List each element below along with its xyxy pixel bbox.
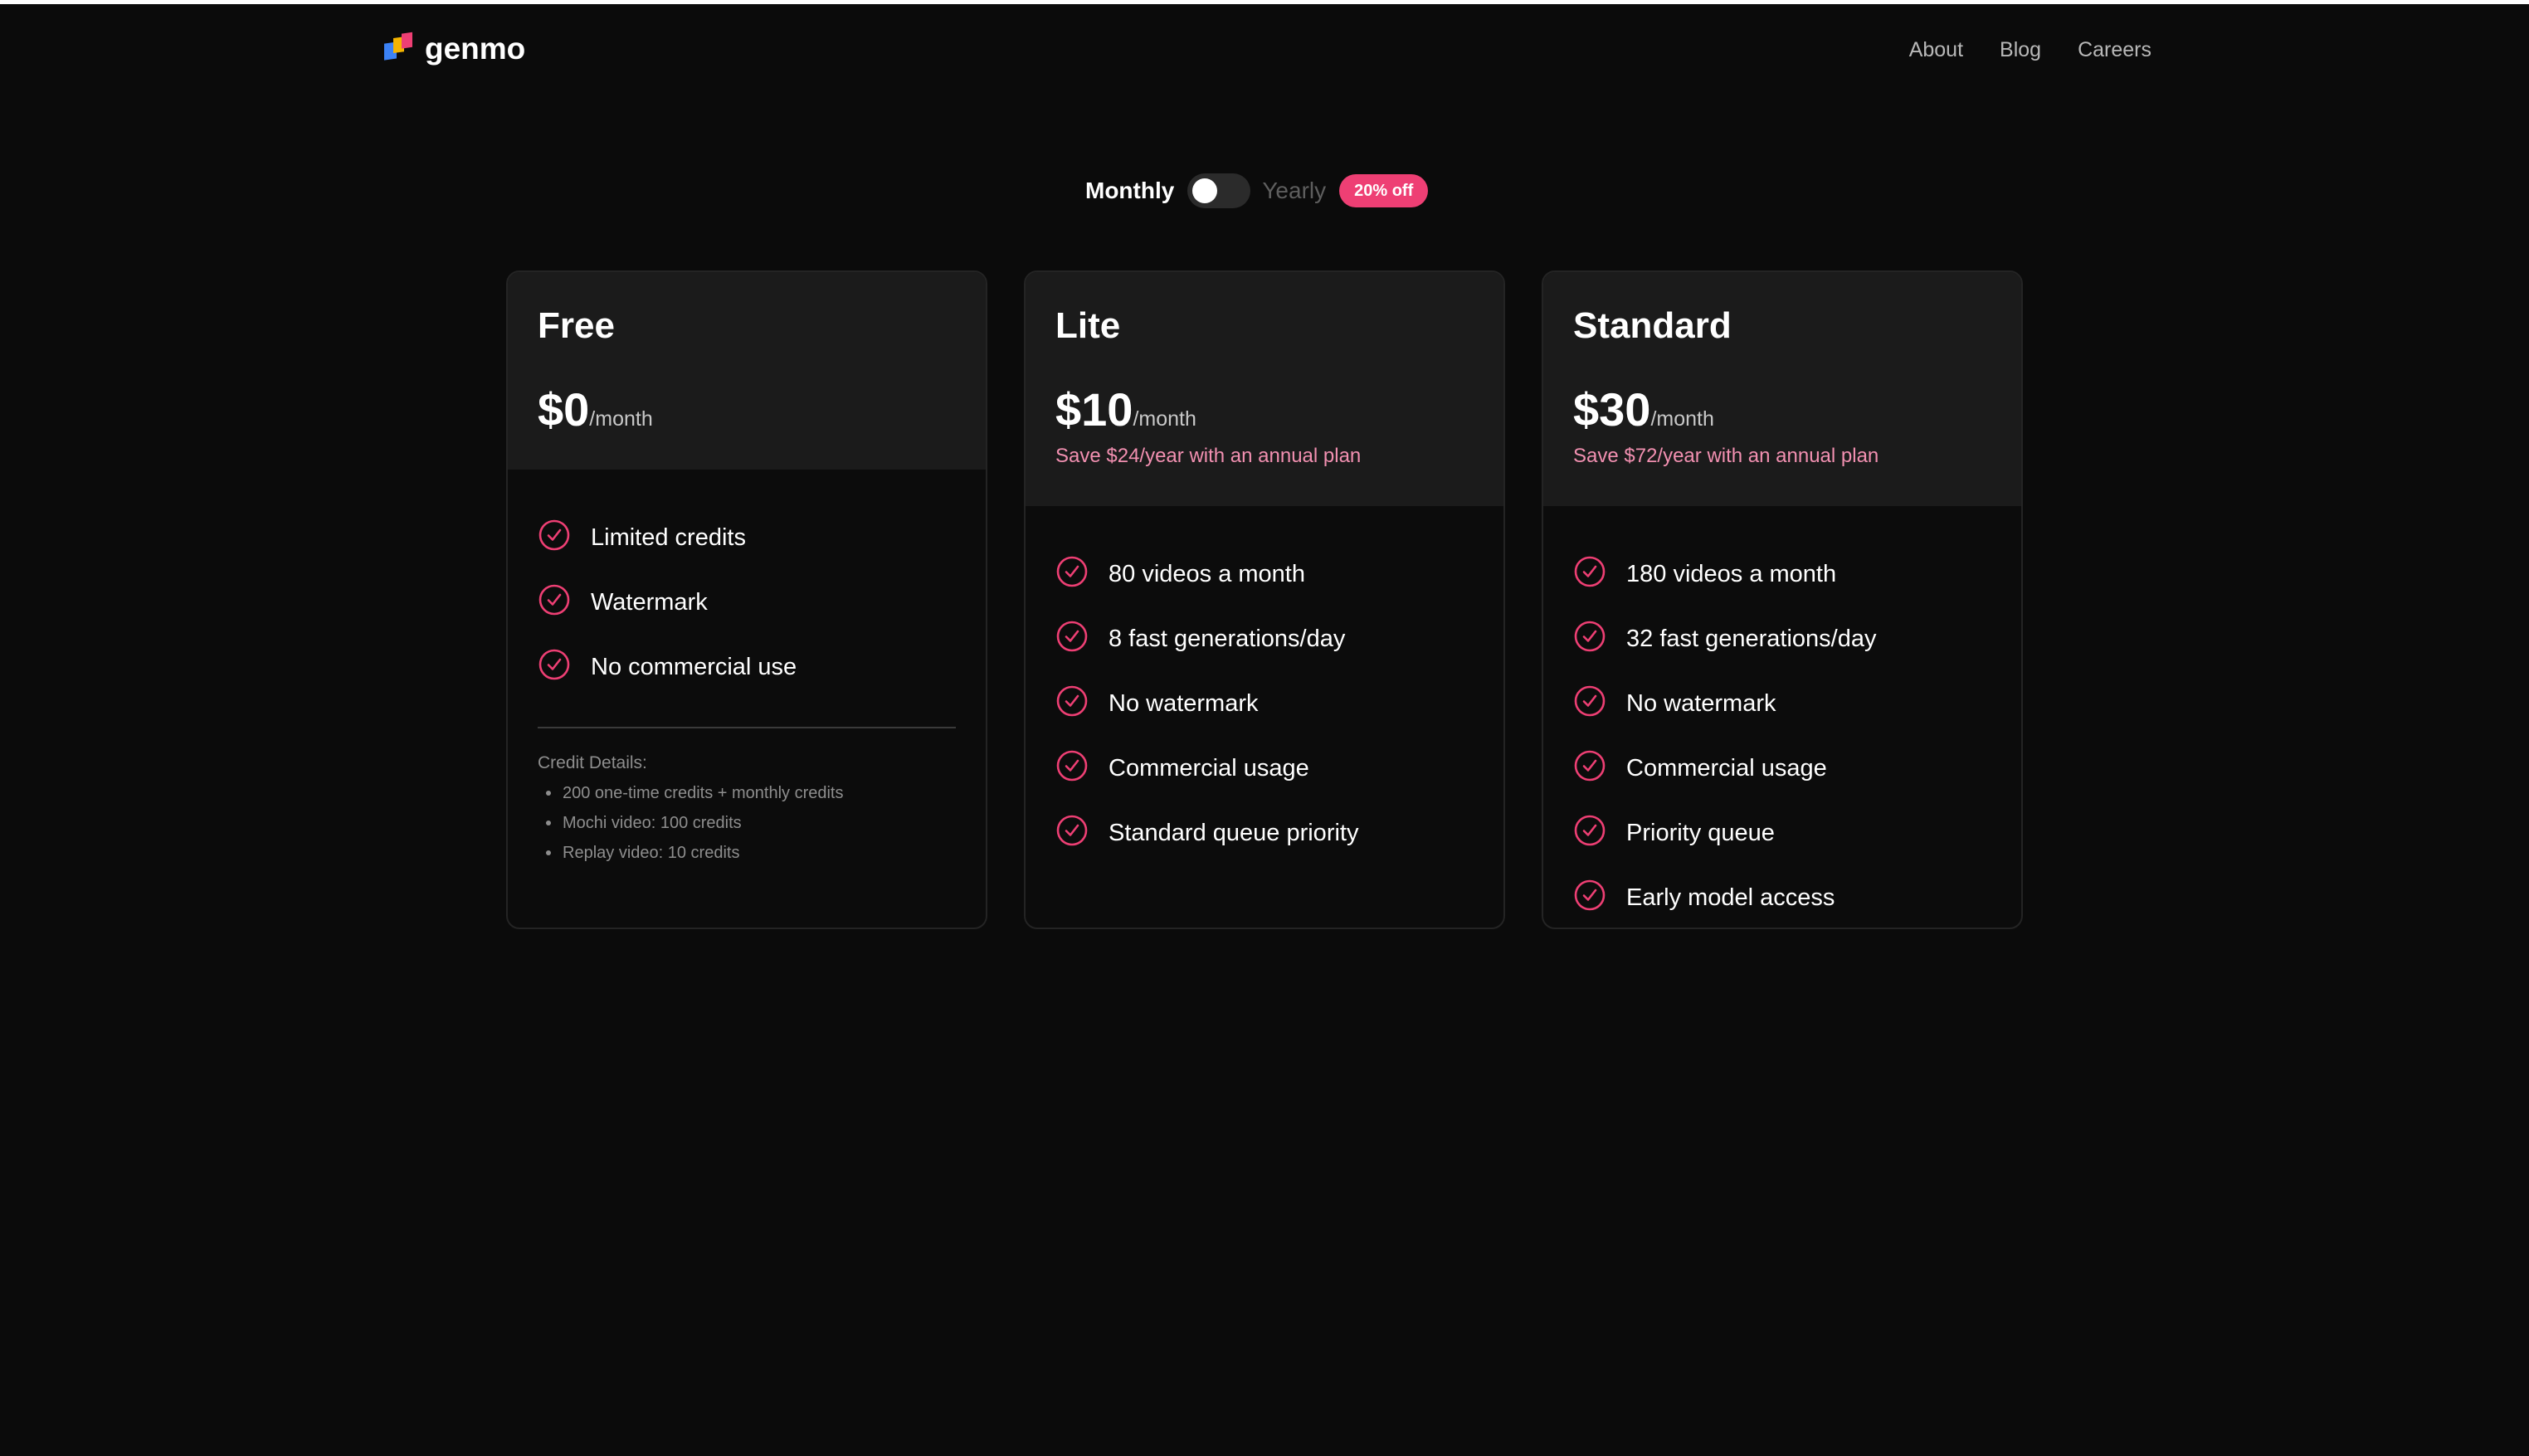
feature-label: Priority queue <box>1626 819 1775 846</box>
feature-item: 80 videos a month <box>1055 539 1474 604</box>
feature-item: Priority queue <box>1573 798 1991 863</box>
billing-monthly-label[interactable]: Monthly <box>1085 178 1174 204</box>
credit-detail-item: 200 one-time credits + monthly credits <box>538 778 956 808</box>
site-header: genmo About Blog Careers <box>0 0 2529 100</box>
feature-item: No watermark <box>1573 669 1991 733</box>
logo-link[interactable]: genmo <box>382 32 525 66</box>
plan-price-row: $30 /month <box>1573 385 1991 435</box>
billing-yearly-label[interactable]: Yearly <box>1262 178 1326 204</box>
brand-name: genmo <box>425 32 526 66</box>
plan-period: /month <box>589 407 653 431</box>
plan-name: Lite <box>1055 305 1121 346</box>
billing-toggle[interactable] <box>1187 173 1251 208</box>
credit-detail-item: Replay video: 10 credits <box>538 838 956 868</box>
feature-label: 180 videos a month <box>1626 560 1837 587</box>
feature-label: Commercial usage <box>1109 754 1309 782</box>
check-circle-icon <box>1056 556 1088 587</box>
credit-detail-text: Replay video: 10 credits <box>563 844 740 862</box>
feature-list: Limited credits Watermark No commercial … <box>508 470 986 697</box>
feature-label: Limited credits <box>591 523 746 551</box>
bullet-icon <box>546 791 551 796</box>
nav-careers-link[interactable]: Careers <box>2078 38 2151 62</box>
feature-item: 8 fast generations/day <box>1055 604 1474 669</box>
feature-label: No commercial use <box>591 653 797 680</box>
nav-about-link[interactable]: About <box>1909 38 1963 62</box>
feature-item: Standard queue priority <box>1055 798 1474 863</box>
plan-price-row: $0 /month <box>538 385 956 435</box>
check-circle-icon <box>1574 621 1606 652</box>
feature-label: 80 videos a month <box>1109 560 1305 587</box>
feature-item: No commercial use <box>538 632 956 697</box>
genmo-logo-icon <box>384 32 412 61</box>
plan-price: $0 <box>538 383 590 436</box>
check-circle-icon <box>1056 815 1088 846</box>
plan-header: Free $0 /month <box>508 272 986 470</box>
plan-save-note: Save $72/year with an annual plan <box>1573 445 1879 467</box>
feature-label: Early model access <box>1626 884 1835 911</box>
feature-label: Watermark <box>591 588 708 616</box>
plan-name: Free <box>538 305 615 346</box>
feature-item: Limited credits <box>538 503 956 567</box>
plan-name: Standard <box>1573 305 1732 346</box>
feature-item: 32 fast generations/day <box>1573 604 1991 669</box>
credit-detail-text: 200 one-time credits + monthly credits <box>563 784 844 802</box>
feature-item: Commercial usage <box>1055 733 1474 798</box>
plan-period: /month <box>1650 407 1714 431</box>
plan-card-free: Free $0 /month Limited credits Watermark… <box>506 270 987 929</box>
check-circle-icon <box>1574 556 1606 587</box>
feature-label: No watermark <box>1109 689 1259 717</box>
plan-card-lite: Lite $10 /month Save $24/year with an an… <box>1024 270 1505 929</box>
feature-label: 32 fast generations/day <box>1626 625 1877 652</box>
feature-list: 80 videos a month 8 fast generations/day… <box>1026 506 1503 863</box>
check-circle-icon <box>1056 750 1088 782</box>
credit-details: Credit Details: 200 one-time credits + m… <box>538 727 956 868</box>
credit-detail-text: Mochi video: 100 credits <box>563 814 742 832</box>
check-circle-icon <box>1056 685 1088 717</box>
bullet-icon <box>546 821 551 825</box>
check-circle-icon <box>538 519 570 551</box>
check-circle-icon <box>1574 879 1606 911</box>
feature-label: Commercial usage <box>1626 754 1827 782</box>
check-circle-icon <box>1574 815 1606 846</box>
check-circle-icon <box>1574 750 1606 782</box>
plan-save-note: Save $24/year with an annual plan <box>1055 445 1362 467</box>
feature-item: 180 videos a month <box>1573 539 1991 604</box>
bullet-icon <box>546 850 551 855</box>
feature-list: 180 videos a month 32 fast generations/d… <box>1543 506 2021 928</box>
feature-item: Commercial usage <box>1573 733 1991 798</box>
check-circle-icon <box>538 649 570 680</box>
credit-details-title: Credit Details: <box>538 753 647 772</box>
credit-details-list: 200 one-time credits + monthly credits M… <box>538 778 956 868</box>
toggle-knob <box>1192 178 1218 203</box>
feature-label: No watermark <box>1626 689 1776 717</box>
nav-blog-link[interactable]: Blog <box>2000 38 2041 62</box>
plan-price-row: $10 /month <box>1055 385 1474 435</box>
billing-period-switch: Monthly Yearly 20% off <box>1085 171 1429 211</box>
discount-badge: 20% off <box>1339 174 1429 207</box>
plan-price: $10 <box>1055 383 1133 436</box>
check-circle-icon <box>1574 685 1606 717</box>
plan-header: Lite $10 /month Save $24/year with an an… <box>1026 272 1503 506</box>
top-nav: About Blog Careers <box>1909 38 2151 62</box>
feature-item: Watermark <box>538 567 956 632</box>
plan-price: $30 <box>1573 383 1651 436</box>
feature-label: 8 fast generations/day <box>1109 625 1346 652</box>
plan-header: Standard $30 /month Save $72/year with a… <box>1543 272 2021 506</box>
plan-card-standard: Standard $30 /month Save $72/year with a… <box>1542 270 2023 929</box>
plan-period: /month <box>1133 407 1196 431</box>
feature-item: Early model access <box>1573 863 1991 928</box>
check-circle-icon <box>538 584 570 616</box>
pricing-plans: Free $0 /month Limited credits Watermark… <box>506 270 2023 929</box>
feature-item: No watermark <box>1055 669 1474 733</box>
feature-label: Standard queue priority <box>1109 819 1359 846</box>
credit-detail-item: Mochi video: 100 credits <box>538 808 956 838</box>
check-circle-icon <box>1056 621 1088 652</box>
